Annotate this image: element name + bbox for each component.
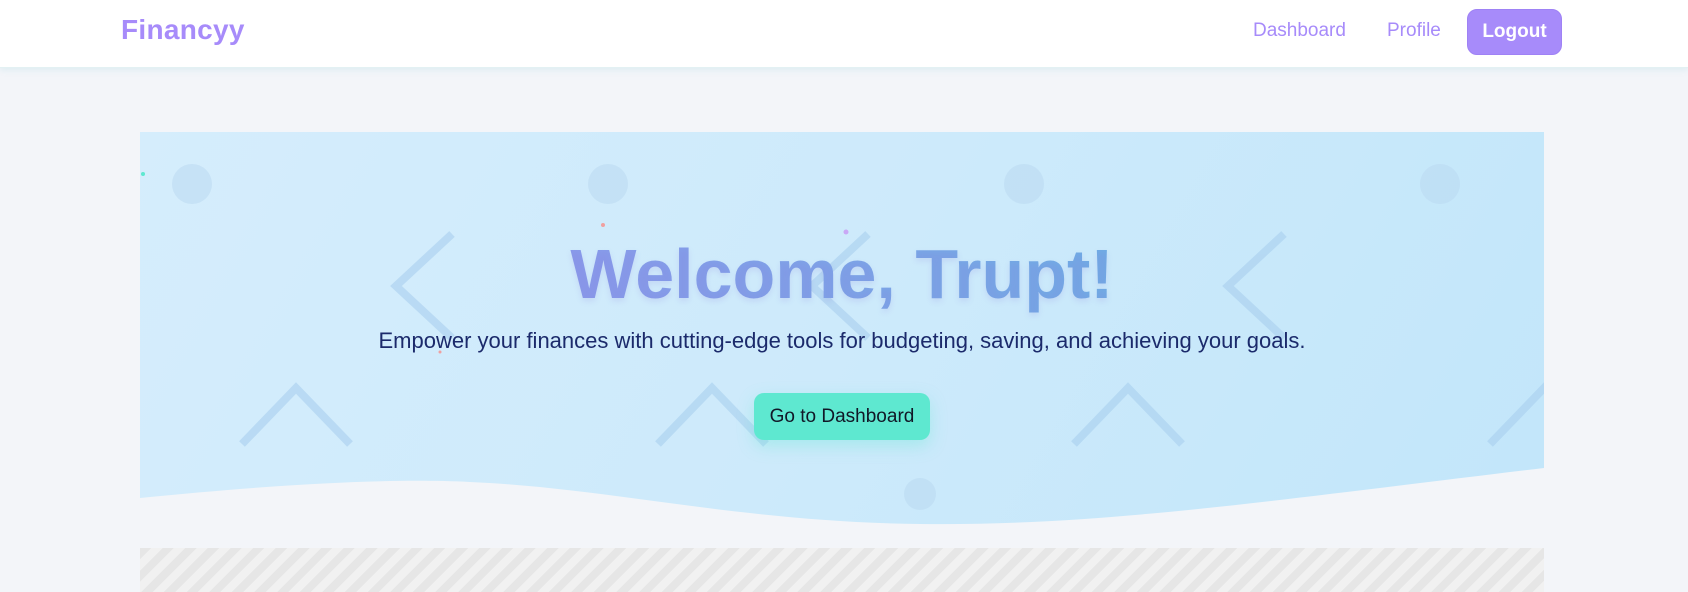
nav-link-profile[interactable]: Profile (1387, 20, 1441, 42)
nav-link-dashboard[interactable]: Dashboard (1253, 20, 1346, 42)
go-to-dashboard-button[interactable]: Go to Dashboard (754, 393, 930, 440)
content-section (140, 548, 1544, 592)
brand-logo[interactable]: Financyy (121, 14, 245, 46)
hero-section: Welcome, Trupt! Empower your finances wi… (140, 132, 1544, 542)
hero-title: Welcome, Trupt! (140, 234, 1544, 314)
navbar: Financyy Dashboard Profile Logout (0, 0, 1688, 68)
hero-subtitle: Empower your finances with cutting-edge … (378, 328, 1306, 353)
logout-button[interactable]: Logout (1467, 9, 1562, 55)
